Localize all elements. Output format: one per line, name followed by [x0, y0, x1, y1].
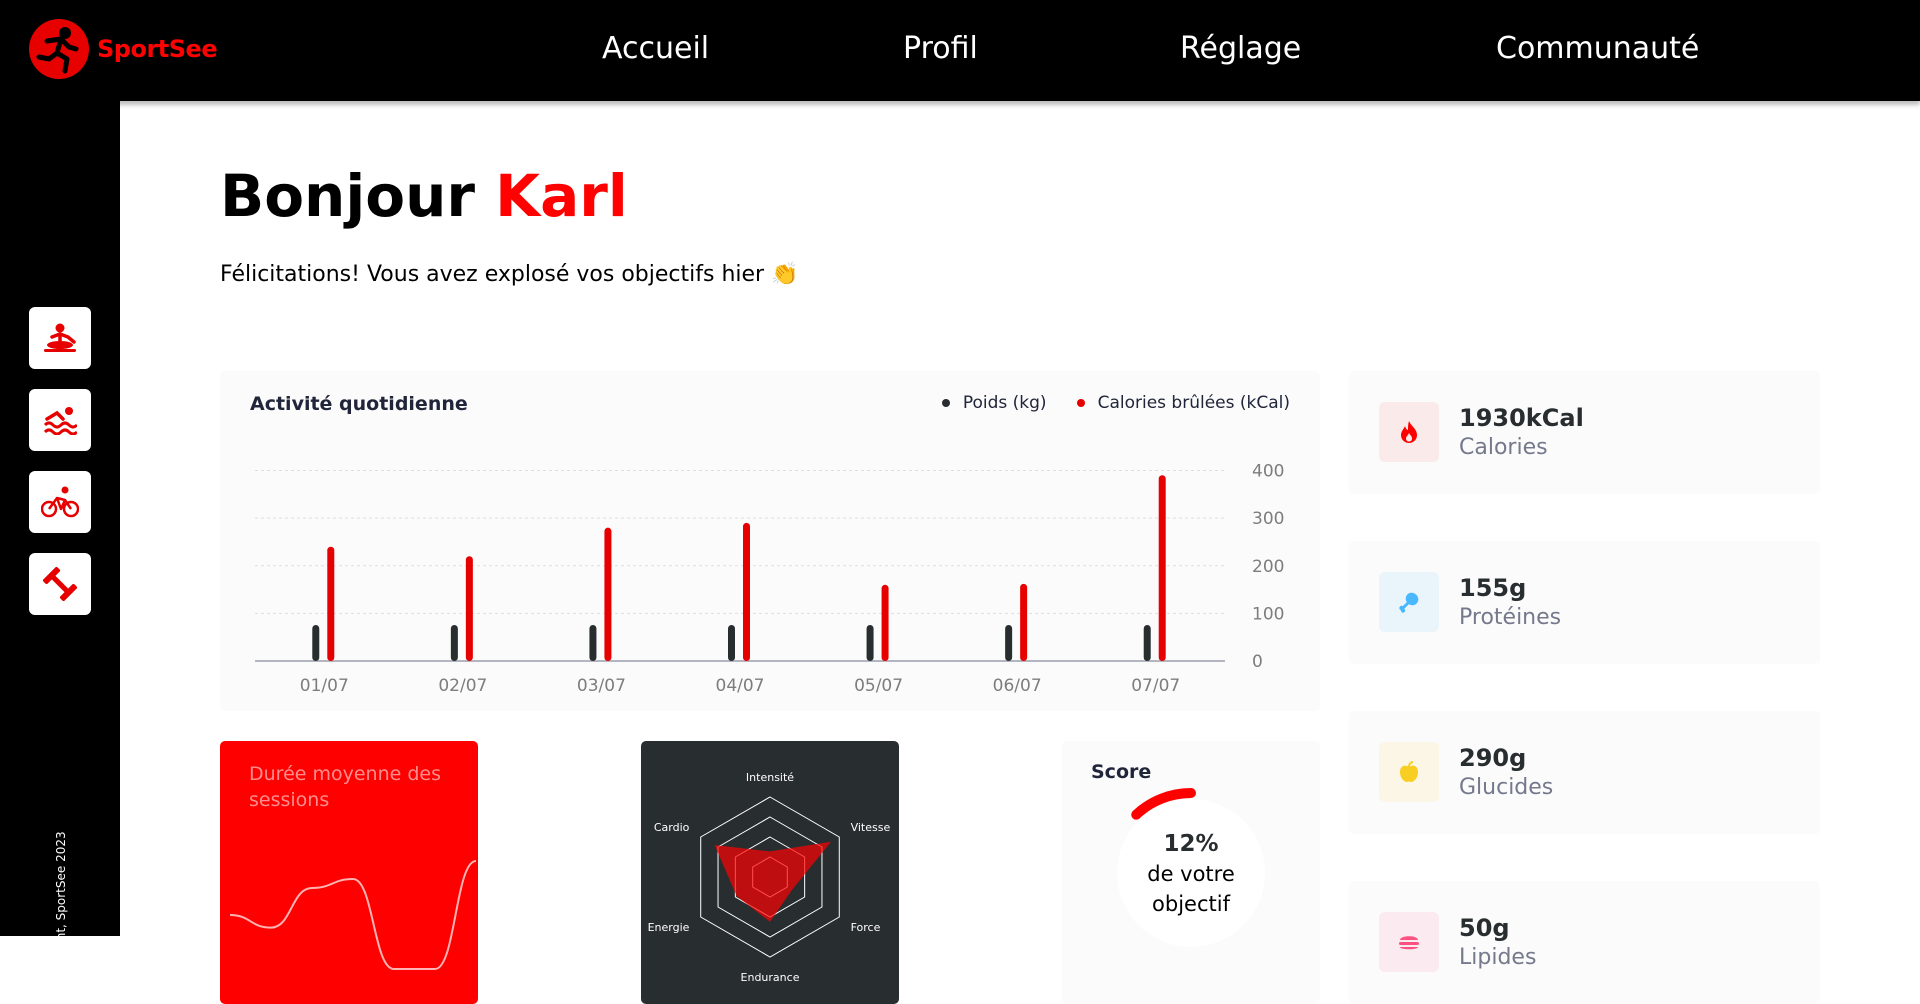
radar-axis-label: Energie [648, 921, 690, 934]
radar-axis-label: Endurance [741, 971, 800, 984]
kpi-card-carbs: 290g Glucides [1349, 711, 1820, 834]
session-duration-card: Durée moyenne des sessions [220, 741, 478, 1004]
calories-bar [881, 584, 889, 661]
copyright-text: Copyright, SportSee 2023 [54, 831, 68, 987]
top-navbar: SportSee Accueil Profil Réglage Communau… [0, 0, 1920, 101]
performance-radar-chart: Intensité Vitesse Force Endurance Energie Car… [648, 771, 891, 984]
apple-icon [1400, 761, 1418, 782]
nav-item-reglage[interactable]: Réglage [1180, 31, 1301, 66]
kpi-card-calories: 1930kCal Calories [1349, 371, 1820, 494]
weight-bar [728, 625, 735, 661]
x-tick-label: 03/07 [577, 676, 626, 696]
kpi-value-lipids: 50g [1459, 914, 1510, 942]
sidebar-dumbbell-button[interactable] [29, 553, 91, 615]
kpi-label-proteins: Protéines [1459, 605, 1562, 630]
calories-bar [1020, 583, 1028, 661]
x-tick-label: 06/07 [993, 676, 1042, 696]
kpi-card-lipids: 50g Lipides [1349, 881, 1820, 1004]
session-duration-line [229, 860, 477, 970]
activity-chart-card: Activité quotidienne Poids (kg) Calories… [220, 371, 1320, 711]
kpi-icon-box-carbs [1379, 742, 1439, 802]
score-card: Score 12% de votre objectif [1062, 741, 1320, 1004]
x-tick-label: 04/07 [716, 676, 765, 696]
nav-item-profil[interactable]: Profil [903, 31, 978, 66]
swim-icon [43, 407, 77, 435]
x-tick-label: 07/07 [1131, 676, 1180, 696]
kpi-label-lipids: Lipides [1459, 945, 1537, 970]
kpi-icon-box-proteins [1379, 572, 1439, 632]
score-value: 12% [1163, 831, 1219, 857]
chicken-icon [1399, 592, 1419, 613]
weight-bar [589, 625, 597, 661]
kpi-icon-box-lipids [1379, 912, 1439, 972]
radar-axis-label: Cardio [654, 821, 690, 834]
weight-bar [1005, 625, 1013, 661]
kpi-value-carbs: 290g [1459, 744, 1527, 772]
kpi-value-proteins: 155g [1459, 574, 1527, 602]
bike-icon [41, 486, 79, 518]
calories-bar [327, 546, 335, 661]
weight-bar [312, 625, 320, 661]
calories-bar [743, 522, 750, 661]
kpi-value-calories: 1930kCal [1459, 404, 1584, 432]
kpi-label-carbs: Glucides [1459, 775, 1554, 800]
logo[interactable]: SportSee [29, 19, 218, 79]
sidebar-swim-button[interactable] [29, 389, 91, 451]
calories-bar [604, 527, 612, 661]
nav-item-accueil[interactable]: Accueil [602, 31, 709, 66]
weight-bar [450, 625, 458, 661]
performance-radar-card: Intensité Vitesse Force Endurance Energie Car… [641, 741, 899, 1004]
calories-bar [465, 556, 473, 661]
greeting-message: Félicitations! Vous avez explosé vos obj… [220, 262, 799, 287]
x-tick-label: 01/07 [300, 676, 349, 696]
kpi-label-calories: Calories [1459, 435, 1548, 460]
session-duration-line-chart [229, 860, 477, 970]
sidebar: Copyright, SportSee 2023 [0, 101, 120, 987]
kpi-card-proteins: 155g Protéines [1349, 541, 1820, 664]
sidebar-yoga-button[interactable] [29, 307, 91, 369]
activity-bar-chart: 0 100 200 300 400 01/07 02/07 03/07 04/07 05/07 06… [255, 462, 1284, 696]
sidebar-bike-button[interactable] [29, 471, 91, 533]
score-text: 12% de votre objectif [1062, 829, 1320, 919]
weight-bar [866, 625, 874, 661]
y-tick-label: 100 [1252, 604, 1284, 624]
radar-axis-label: Intensité [746, 771, 794, 784]
kpi-icon-box-calories [1379, 402, 1439, 462]
logo-runner-icon [29, 19, 89, 79]
score-description: de votre objectif [1147, 862, 1235, 916]
x-tick-label: 02/07 [438, 676, 487, 696]
y-tick-label: 400 [1252, 462, 1284, 482]
dumbbell-icon [43, 567, 77, 601]
page-title: Bonjour Karl [220, 162, 628, 230]
flame-icon [1401, 421, 1417, 443]
radar-axis-label: Vitesse [851, 821, 891, 834]
nav-item-communaute[interactable]: Communauté [1496, 31, 1699, 66]
yoga-icon [44, 323, 76, 352]
y-tick-label: 300 [1252, 509, 1284, 529]
radar-axis-label: Force [851, 921, 881, 934]
calories-bar [1158, 475, 1166, 661]
brand-name: SportSee [97, 35, 218, 63]
y-tick-label: 200 [1252, 557, 1284, 577]
greeting-hello: Bonjour [220, 162, 475, 230]
user-name: Karl [495, 162, 628, 230]
burger-icon [1399, 936, 1419, 950]
y-tick-label: 0 [1252, 652, 1263, 672]
x-tick-label: 05/07 [854, 676, 903, 696]
radar-area [714, 841, 831, 922]
weight-bar [1143, 625, 1151, 661]
